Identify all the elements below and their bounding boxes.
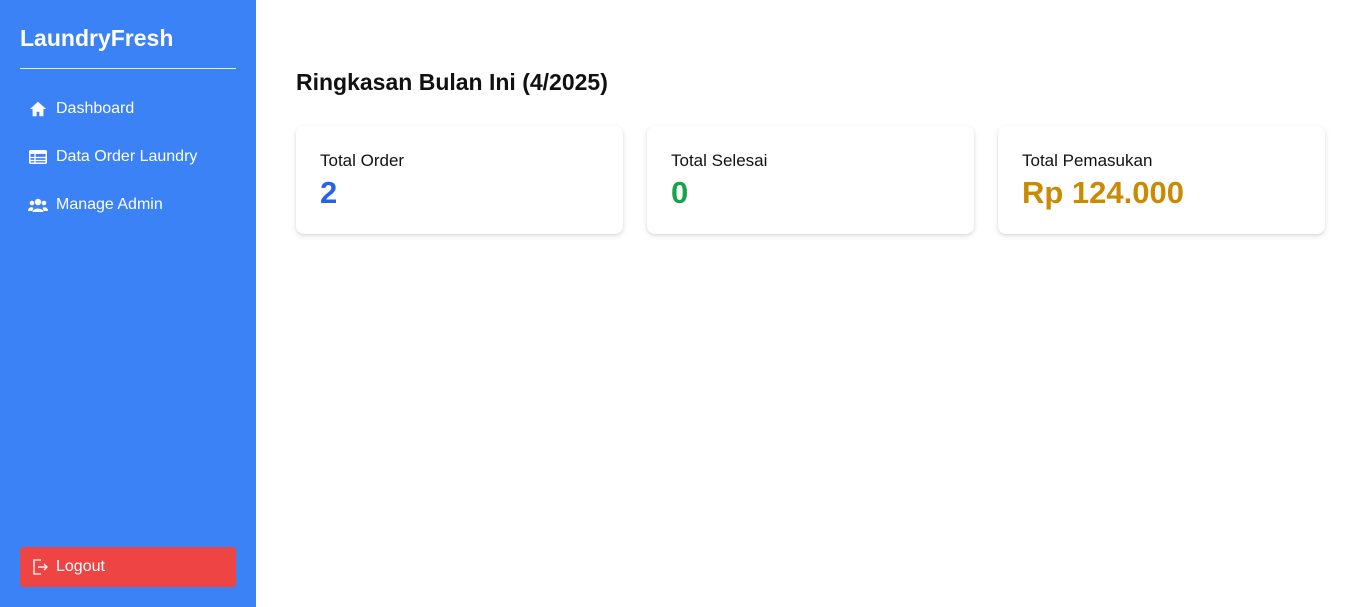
sidebar-item-label: Manage Admin — [56, 196, 163, 213]
home-icon — [28, 99, 48, 119]
sidebar: LaundryFresh Dashboard Data Order Laundr… — [0, 0, 256, 607]
table-icon — [28, 147, 48, 167]
sidebar-item-label: Dashboard — [56, 100, 135, 117]
logout-icon — [30, 557, 50, 577]
card-total-order: Total Order 2 — [296, 126, 623, 234]
main-content: Ringkasan Bulan Ini (4/2025) Total Order… — [256, 0, 1366, 607]
logout-label: Logout — [56, 558, 105, 575]
card-label: Total Selesai — [671, 151, 768, 170]
card-value: 2 — [320, 175, 338, 210]
summary-cards: Total Order 2 Total Selesai 0 Total Pema… — [296, 126, 1326, 234]
card-total-selesai: Total Selesai 0 — [647, 126, 974, 234]
sidebar-item-dashboard[interactable]: Dashboard — [20, 85, 236, 133]
card-label: Total Order — [320, 151, 405, 170]
sidebar-item-label: Data Order Laundry — [56, 148, 198, 165]
card-value: 0 — [671, 175, 689, 210]
card-label: Total Pemasukan — [1022, 151, 1153, 170]
users-icon — [28, 195, 48, 215]
sidebar-item-data-order-laundry[interactable]: Data Order Laundry — [20, 133, 236, 181]
page-title: Ringkasan Bulan Ini (4/2025) — [296, 69, 608, 95]
card-total-pemasukan: Total Pemasukan Rp 124.000 — [998, 126, 1325, 234]
sidebar-item-manage-admin[interactable]: Manage Admin — [20, 181, 236, 229]
brand-title: LaundryFresh — [20, 24, 236, 69]
logout-button[interactable]: Logout — [20, 547, 236, 587]
card-value: Rp 124.000 — [1022, 175, 1184, 210]
sidebar-nav: Dashboard Data Order Laundry Manage Admi… — [20, 85, 236, 229]
